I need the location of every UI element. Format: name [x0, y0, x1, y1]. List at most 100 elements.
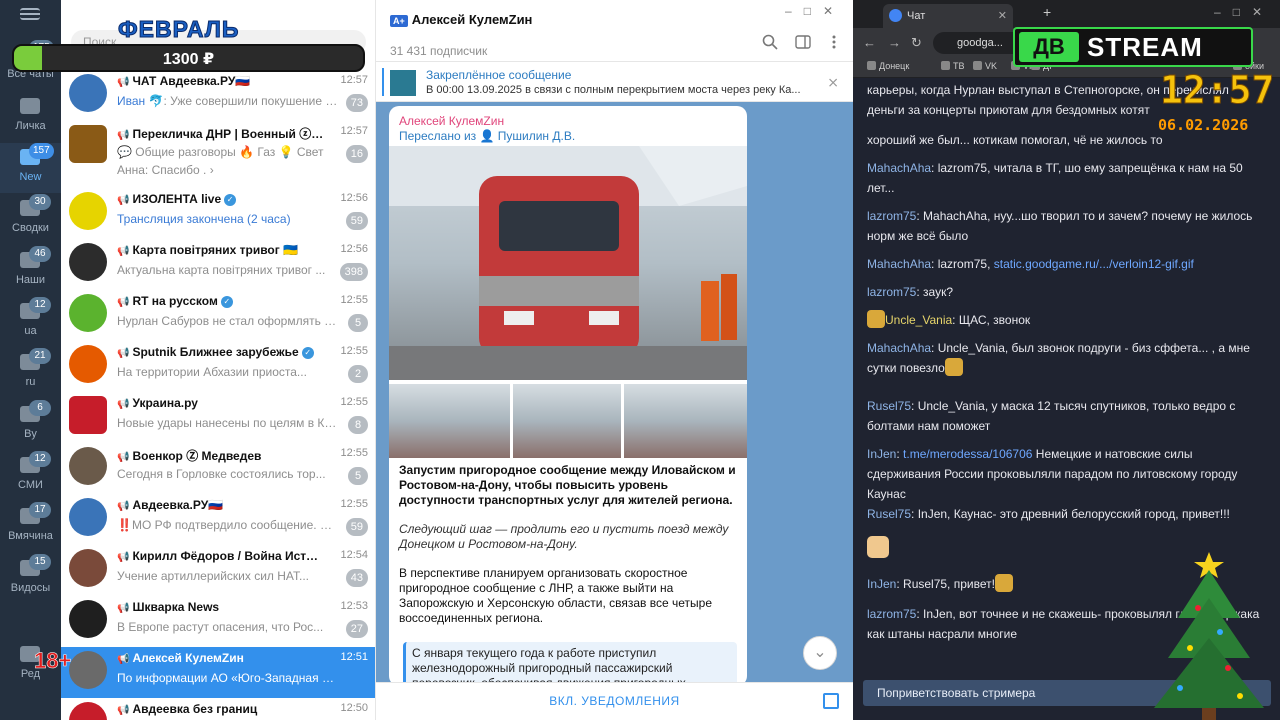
- post-author[interactable]: Алексей КулемZин: [399, 114, 504, 128]
- photo-train-3[interactable]: [513, 384, 621, 458]
- folder-8[interactable]: 12 СМИ: [0, 451, 61, 501]
- forwarded-from[interactable]: Переслано из 👤 Пушилин Д.В.: [399, 129, 575, 143]
- chat-username[interactable]: lazrom75: [867, 209, 916, 223]
- bookmark-item[interactable]: Донецк: [867, 61, 909, 71]
- tab-title: Чат: [907, 10, 926, 22]
- chat-item[interactable]: 📢 Sputnik Ближнее зарубежье ✓ 12:55 На терри…: [61, 341, 375, 392]
- chat-title-text: ИЗОЛЕНТА live: [132, 192, 222, 206]
- chat-item[interactable]: 📢 Военкор Ⓩ Медведев 12:55 Сегодня в Горлов…: [61, 443, 375, 494]
- chat-item[interactable]: 📢 Авдеевка.РУ🇷🇺 12:55 ‼️МО РФ подтвердило с…: [61, 494, 375, 545]
- chat-item[interactable]: 📢 Шкварка News 12:53 В Европе растут опасен…: [61, 596, 375, 647]
- chat-item[interactable]: 📢 Авдеевка без границ 12:50: [61, 698, 375, 720]
- folder-3[interactable]: 30 Сводки: [0, 194, 61, 244]
- pinned-title: Закреплённое сообщение: [426, 68, 572, 82]
- unpin-icon[interactable]: ⨯: [827, 74, 839, 91]
- sidebar-toggle-icon[interactable]: [795, 34, 811, 50]
- chat-avatar: [69, 651, 107, 689]
- channel-type-icon: 📢: [117, 297, 130, 308]
- chat-preview: Актуальна карта повітряних тривог ...: [117, 263, 339, 277]
- more-icon[interactable]: [826, 34, 842, 50]
- chat-username[interactable]: InJen: [867, 447, 896, 461]
- unread-badge: 2: [348, 365, 368, 383]
- chat-message: Uncle_Vania: ЩАС, звонок: [867, 310, 1262, 330]
- browser-window-controls[interactable]: –□✕: [1214, 5, 1274, 19]
- chat-item[interactable]: 📢 Алексей КулемZин 12:51 По информации АО «…: [61, 647, 375, 698]
- chat-username[interactable]: Rusel75: [867, 507, 911, 521]
- back-icon[interactable]: ←: [863, 35, 876, 50]
- new-tab-button[interactable]: +: [1043, 4, 1051, 20]
- unmute-button[interactable]: ВКЛ. УВЕДОМЛЕНИЯ: [376, 694, 853, 708]
- chat-username[interactable]: lazrom75: [867, 607, 916, 621]
- pinned-message[interactable]: Закреплённое сообщение В 00:00 13.09.202…: [376, 62, 853, 102]
- chat-item[interactable]: 📢 Карта повітряних тривог 🇺🇦 12:56 Актуальн…: [61, 239, 375, 290]
- chat-time: 12:55: [340, 294, 368, 306]
- search-icon[interactable]: [762, 34, 778, 50]
- gift-icon[interactable]: [823, 693, 839, 709]
- chat-username[interactable]: MahachAha: [867, 341, 931, 355]
- chat-item[interactable]: 📢 RT на русском ✓ 12:55 Нурлан Сабуров не ст…: [61, 290, 375, 341]
- chat-username[interactable]: Uncle_Vania: [885, 313, 952, 327]
- train-illustration: [389, 146, 747, 380]
- chat-title: 📢Перекличка ДНР | Военный ⓩ Дон...: [117, 125, 325, 142]
- chat-title-text: Украина.ру: [132, 396, 198, 410]
- chat-time: 12:56: [340, 243, 368, 255]
- channel-type-icon: 📢: [117, 552, 130, 563]
- chat-username[interactable]: Rusel75: [867, 399, 911, 413]
- window-controls[interactable]: –□✕: [785, 4, 845, 18]
- chat-preview-text: Учение артиллерийских сил НАТ...: [117, 569, 309, 583]
- unread-badge: 16: [345, 145, 368, 163]
- photo-train-2[interactable]: [389, 384, 510, 458]
- unread-badge: 27: [345, 620, 368, 638]
- photo-train-4[interactable]: [624, 384, 747, 458]
- chat-message-text: хороший же был... котикам помогал, чё не…: [867, 133, 1163, 147]
- reload-icon[interactable]: ↻: [911, 35, 922, 51]
- chat-item[interactable]: 📢Кирилл Фёдоров / Война История О... 12:5…: [61, 545, 375, 596]
- folder-4[interactable]: 46 Наши: [0, 246, 61, 296]
- chat-avatar: [69, 549, 107, 587]
- chat-link[interactable]: t.me/merodessa/106706: [903, 447, 1032, 461]
- folder-label: Вмячина: [8, 530, 53, 542]
- browser-tab[interactable]: Чат ✕: [883, 4, 1013, 28]
- tab-close-icon[interactable]: ✕: [998, 4, 1007, 28]
- folder-10[interactable]: 15 Видосы: [0, 554, 61, 604]
- chat-username[interactable]: MahachAha: [867, 257, 931, 271]
- post-text-bold: Запустим пригородное сообщение между Ило…: [399, 463, 736, 507]
- chat-message-text: Rusel75, привет!: [903, 577, 995, 591]
- bookmark-item[interactable]: VK: [973, 61, 997, 71]
- unread-badge: 59: [345, 212, 368, 230]
- telegram-window: 175Все чатыЛичка157New30Сводки46Наши12ua…: [0, 0, 853, 720]
- chat-item[interactable]: 📢 ИЗОЛЕНТА live ✓ 12:56 Трансляция закончена…: [61, 188, 375, 239]
- folder-9[interactable]: 17 Вмячина: [0, 502, 61, 552]
- chat-username[interactable]: MahachAha: [867, 161, 931, 175]
- smiley-icon: [944, 358, 963, 376]
- folder-6[interactable]: 21 ru: [0, 348, 61, 398]
- bookmark-item[interactable]: ТВ: [941, 61, 965, 71]
- chat-username[interactable]: lazrom75: [867, 285, 916, 299]
- chat-avatar: [69, 345, 107, 383]
- chat-message: lazrom75: заук?: [867, 285, 953, 299]
- folder-7[interactable]: 6 By: [0, 400, 61, 450]
- folder-5[interactable]: 12 ua: [0, 297, 61, 347]
- logo-left: ДВ: [1019, 32, 1079, 62]
- photo-train-main[interactable]: [389, 146, 747, 380]
- scroll-down-button[interactable]: ⌄: [803, 636, 837, 670]
- channel-title[interactable]: А+ Алексей КулемZин: [390, 12, 532, 27]
- chat-link[interactable]: static.goodgame.ru/.../verloin12-gif.gif: [994, 257, 1194, 271]
- chat-username[interactable]: InJen: [867, 577, 896, 591]
- forward-icon[interactable]: →: [888, 35, 901, 50]
- chat-avatar: [69, 498, 107, 536]
- chat-item[interactable]: 📢 ЧАТ Авдеевка.РУ🇷🇺 12:57 Иван 🐬: Уже совер…: [61, 70, 375, 121]
- folder-1[interactable]: Личка: [0, 92, 61, 142]
- chat-avatar: [69, 192, 107, 230]
- chat-avatar: [69, 447, 107, 485]
- folder-2[interactable]: 157 New: [0, 143, 61, 193]
- chat-preview: Учение артиллерийских сил НАТ...: [117, 569, 339, 583]
- chat-item[interactable]: 📢 Украина.ру 12:55 Новые удары нанесены по …: [61, 392, 375, 443]
- chat-title-text: Авдеевка без границ: [132, 702, 258, 716]
- main-menu-button[interactable]: [0, 0, 61, 36]
- chat-preview-text: 💬 Общие разговоры 🔥 Газ 💡 Свет: [117, 145, 324, 159]
- chat-time: 12:54: [340, 549, 368, 561]
- chat-title-text: Алексей КулемZин: [132, 651, 244, 665]
- chat-item[interactable]: 📢Перекличка ДНР | Военный ⓩ Дон... 12:57 💬…: [61, 121, 375, 189]
- chat-time: 12:57: [340, 74, 368, 86]
